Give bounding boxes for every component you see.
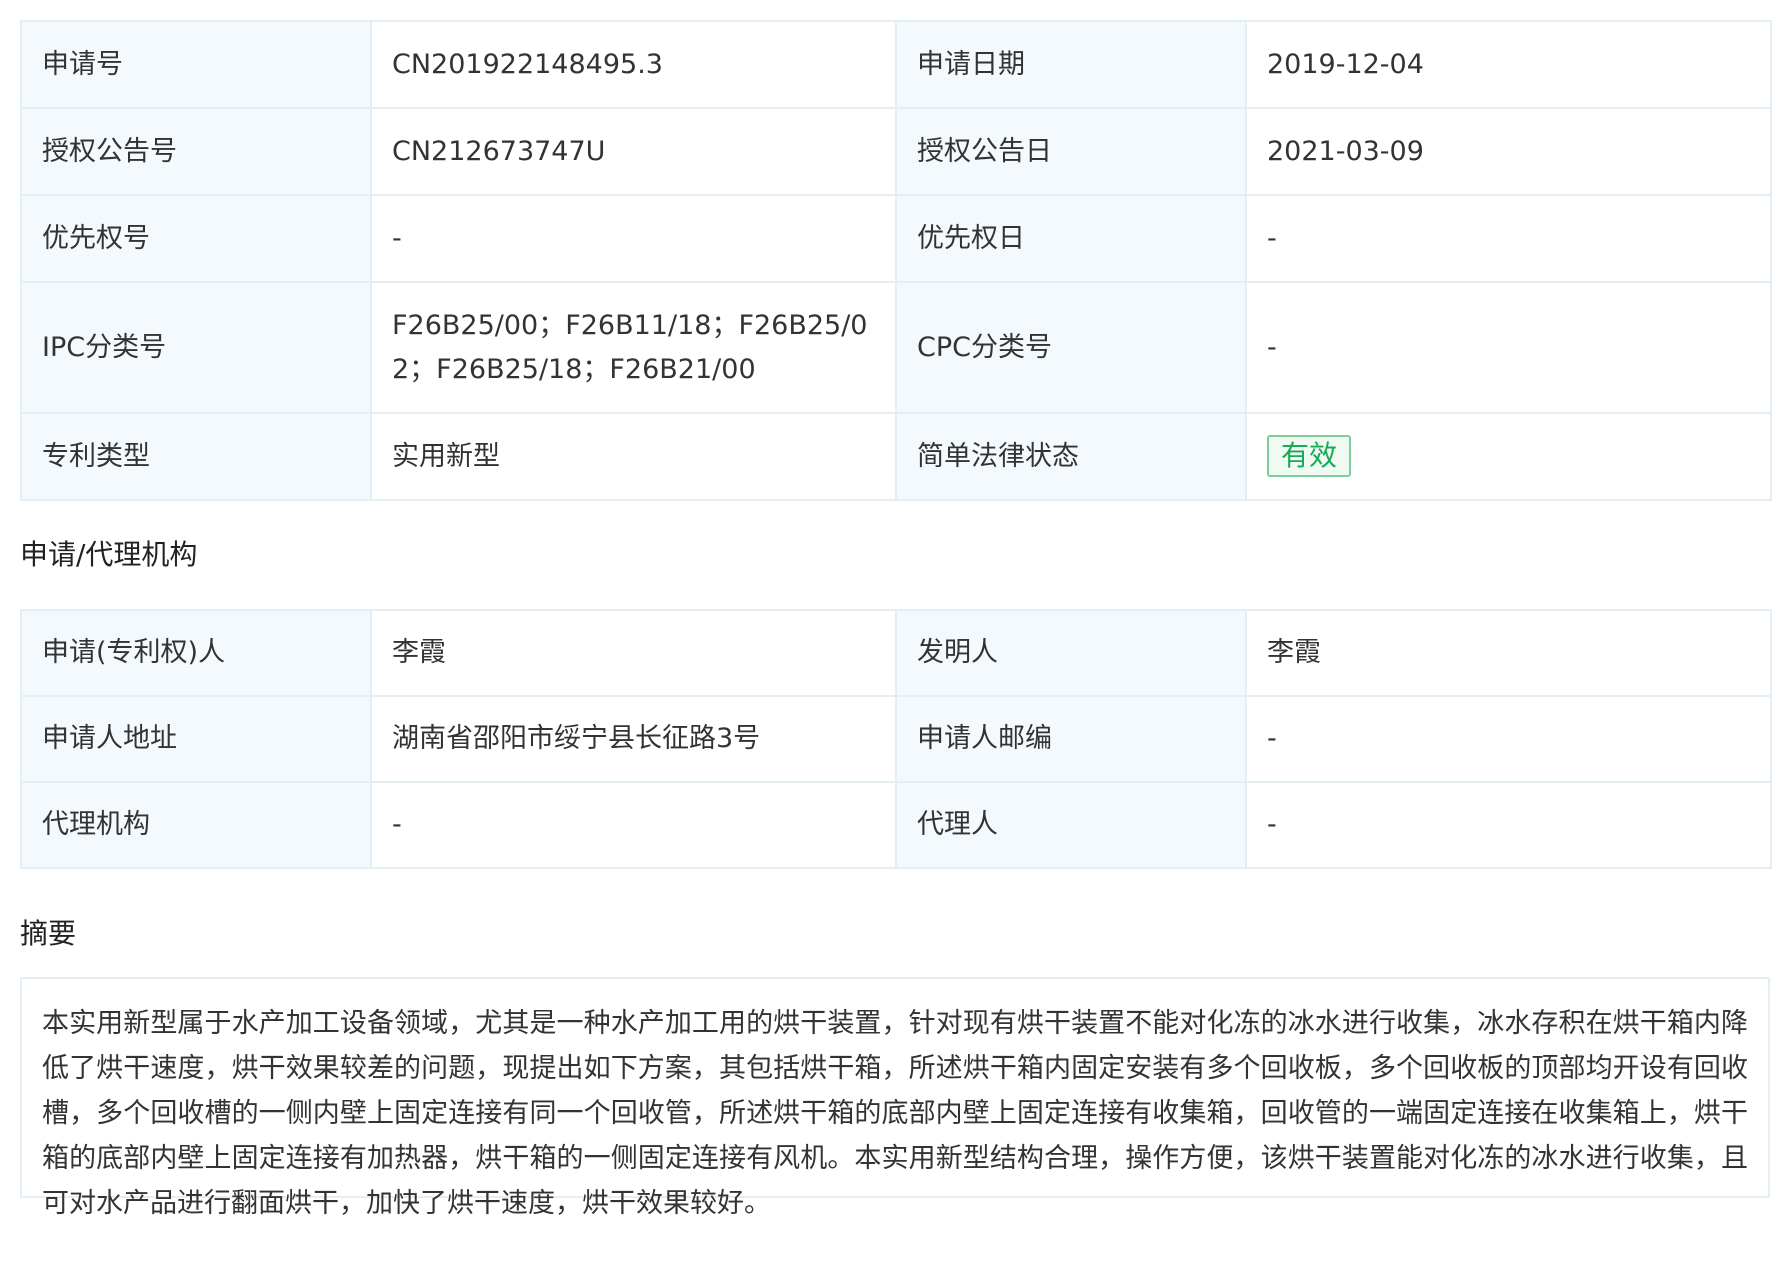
agency-value: - xyxy=(370,781,897,869)
applicant-address-value: 湖南省邵阳市绥宁县长征路3号 xyxy=(370,695,897,783)
application-date-label: 申请日期 xyxy=(895,20,1247,109)
applicant-label: 申请(专利权)人 xyxy=(20,609,372,697)
table-row: 申请(专利权)人 李霞 发明人 李霞 xyxy=(20,609,1772,697)
status-badge: 有效 xyxy=(1267,434,1352,477)
legal-status-label: 简单法律状态 xyxy=(895,412,1247,501)
table-row: 专利类型 实用新型 简单法律状态 有效 xyxy=(20,412,1772,501)
application-date-value: 2019-12-04 xyxy=(1245,20,1772,109)
priority-date-value: - xyxy=(1245,194,1772,283)
priority-number-label: 优先权号 xyxy=(20,194,372,283)
applicant-address-label: 申请人地址 xyxy=(20,695,372,783)
application-number-value: CN201922148495.3 xyxy=(370,20,897,109)
table-row: 申请人地址 湖南省邵阳市绥宁县长征路3号 申请人邮编 - xyxy=(20,695,1772,783)
application-number-label: 申请号 xyxy=(20,20,372,109)
applicant-postcode-label: 申请人邮编 xyxy=(895,695,1247,783)
grant-number-label: 授权公告号 xyxy=(20,107,372,196)
agent-label: 代理人 xyxy=(895,781,1247,869)
patent-type-label: 专利类型 xyxy=(20,412,372,501)
agency-label: 代理机构 xyxy=(20,781,372,869)
abstract-section-title: 摘要 xyxy=(20,917,77,950)
applicant-postcode-value: - xyxy=(1245,695,1772,783)
inventor-label: 发明人 xyxy=(895,609,1247,697)
table-row: 代理机构 - 代理人 - xyxy=(20,781,1772,869)
grant-date-label: 授权公告日 xyxy=(895,107,1247,196)
abstract-text: 本实用新型属于水产加工设备领域，尤其是一种水产加工用的烘干装置，针对现有烘干装置… xyxy=(20,977,1770,1219)
table-row: 授权公告号 CN212673747U 授权公告日 2021-03-09 xyxy=(20,107,1772,196)
applicant-value: 李霞 xyxy=(370,609,897,697)
priority-number-value: - xyxy=(370,194,897,283)
patent-info-table: 申请号 CN201922148495.3 申请日期 2019-12-04 授权公… xyxy=(20,20,1772,501)
table-row: 申请号 CN201922148495.3 申请日期 2019-12-04 xyxy=(20,20,1772,109)
cpc-class-label: CPC分类号 xyxy=(895,281,1247,414)
agency-info-table: 申请(专利权)人 李霞 发明人 李霞 申请人地址 湖南省邵阳市绥宁县长征路3号 … xyxy=(20,609,1772,869)
grant-date-value: 2021-03-09 xyxy=(1245,107,1772,196)
table-row: 优先权号 - 优先权日 - xyxy=(20,194,1772,283)
agency-section-title: 申请/代理机构 xyxy=(20,538,198,571)
agent-value: - xyxy=(1245,781,1772,869)
ipc-class-label: IPC分类号 xyxy=(20,281,372,414)
grant-number-value: CN212673747U xyxy=(370,107,897,196)
priority-date-label: 优先权日 xyxy=(895,194,1247,283)
ipc-class-value: F26B25/00；F26B11/18；F26B25/02；F26B25/18；… xyxy=(370,281,897,414)
cpc-class-value: - xyxy=(1245,281,1772,414)
patent-detail-page: 申请号 CN201922148495.3 申请日期 2019-12-04 授权公… xyxy=(20,20,1772,1219)
legal-status-cell: 有效 xyxy=(1245,412,1772,501)
table-row: IPC分类号 F26B25/00；F26B11/18；F26B25/02；F26… xyxy=(20,281,1772,414)
inventor-value: 李霞 xyxy=(1245,609,1772,697)
patent-type-value: 实用新型 xyxy=(370,412,897,501)
